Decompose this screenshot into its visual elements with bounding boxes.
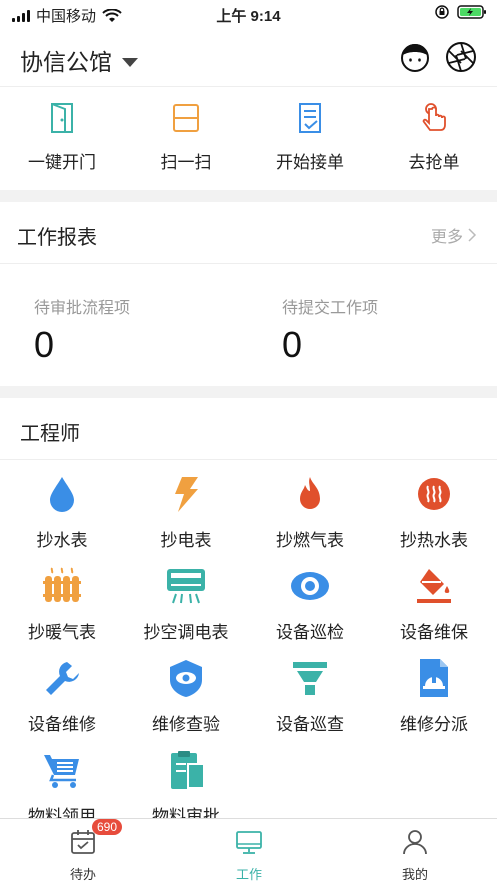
grid-item-water-meter[interactable]: 抄水表: [0, 474, 124, 551]
quick-action-label: 去抢单: [408, 153, 460, 172]
more-label: 更多: [430, 229, 463, 246]
clock: 上午 9:14: [216, 8, 281, 25]
grid-item-label: 设备维修: [28, 715, 96, 734]
chevron-right-icon: [468, 228, 477, 242]
quick-action-start-order[interactable]: 开始接单: [248, 101, 372, 173]
tab-label: 待办: [69, 867, 96, 882]
stat-label: 待审批流程项: [34, 300, 131, 317]
avatar-face-icon[interactable]: [399, 41, 431, 73]
project-title: 协信公馆: [20, 49, 112, 75]
section-title: 工程师: [20, 423, 80, 445]
stat-value: 0: [34, 324, 55, 365]
quick-actions: 一键开门 扫一扫 开始接单 去抢单: [0, 86, 497, 190]
grid-item-label: 抄暖气表: [28, 623, 96, 642]
grid-item-label: 抄燃气表: [276, 531, 344, 550]
tab-work[interactable]: 工作: [166, 829, 332, 883]
tab-label: 工作: [235, 867, 262, 882]
grid-item-label: 设备维保: [400, 623, 468, 642]
tab-mine[interactable]: 我的: [332, 829, 497, 883]
quick-action-grab-order[interactable]: 去抢单: [372, 101, 496, 173]
rotation-lock-icon: [435, 5, 449, 19]
door-icon: [51, 103, 73, 133]
quick-action-open-door[interactable]: 一键开门: [0, 101, 124, 173]
funnel-icon: [293, 662, 327, 695]
worker-document-icon: [420, 659, 448, 697]
grid-item-material-requisition[interactable]: 物料领用: [0, 750, 124, 818]
monitor-icon: [236, 831, 262, 854]
bottom-tab-bar: 690 待办 工作 我的: [0, 818, 497, 883]
grid-item-label: 维修查验: [152, 715, 220, 734]
grid-item-label: 维修分派: [400, 715, 468, 734]
grid-item-equipment-maintenance[interactable]: 设备维保: [372, 566, 496, 643]
hand-tap-icon: [422, 103, 446, 131]
grid-item-equipment-repair[interactable]: 设备维修: [0, 658, 124, 735]
grid-item-equipment-inspection[interactable]: 设备巡检: [248, 566, 372, 643]
grid-item-equipment-patrol[interactable]: 设备巡查: [248, 658, 372, 735]
status-bar: 中国移动 上午 9:14: [0, 0, 497, 28]
section-title: 工作报表: [17, 227, 97, 249]
shield-eye-icon: [170, 660, 202, 697]
more-link[interactable]: 更多: [431, 223, 477, 247]
stat-label: 待提交工作项: [282, 300, 379, 317]
aperture-icon[interactable]: [445, 41, 477, 73]
quick-action-scan[interactable]: 扫一扫: [124, 101, 248, 173]
unread-badge: 690: [92, 819, 123, 835]
grid-item-label: 抄水表: [36, 531, 88, 550]
work-report-card: 工作报表 更多 待审批流程项 0 待提交工作项 0: [0, 202, 497, 386]
stat-pending-approval[interactable]: 待审批流程项 0: [34, 294, 130, 366]
quick-action-label: 一键开门: [28, 153, 96, 172]
wrench-icon: [46, 662, 79, 695]
tab-todo[interactable]: 690 待办: [0, 819, 166, 883]
grid-item-label: 设备巡查: [276, 715, 344, 734]
grid-item-label: 抄空调电表: [143, 623, 229, 642]
engineer-section: 工程师 抄水表 抄电表 抄燃气表 抄热水表 抄暖气表 抄空调电表 设备巡检 设备…: [0, 398, 497, 818]
eye-icon: [291, 572, 329, 600]
grid-item-label: 物料领用: [28, 807, 96, 818]
grid-item-ac-meter[interactable]: 抄空调电表: [124, 566, 248, 643]
tab-label: 我的: [401, 867, 428, 882]
grid-item-gas-meter[interactable]: 抄燃气表: [248, 474, 372, 551]
grid-item-repair-dispatch[interactable]: 维修分派: [372, 658, 496, 735]
grid-item-label: 物料审批: [152, 807, 220, 818]
grid-item-label: 抄电表: [160, 531, 212, 550]
lightning-icon: [175, 477, 198, 512]
paint-bucket-icon: [417, 569, 451, 603]
stat-value: 0: [282, 324, 303, 365]
grid-item-material-approval[interactable]: 物料审批: [124, 750, 248, 818]
grid-item-repair-verification[interactable]: 维修查验: [124, 658, 248, 735]
stat-pending-submit[interactable]: 待提交工作项 0: [282, 294, 378, 366]
grid-item-hot-water-meter[interactable]: 抄热水表: [372, 474, 496, 551]
project-selector[interactable]: 协信公馆: [20, 43, 138, 77]
grid-item-heating-meter[interactable]: 抄暖气表: [0, 566, 124, 643]
scan-icon: [173, 104, 199, 132]
cart-icon: [44, 755, 79, 788]
person-icon: [403, 830, 427, 855]
battery-icon: [457, 5, 486, 19]
hot-water-icon: [418, 478, 450, 510]
flame-icon: [300, 477, 320, 509]
grid-item-label: 设备巡检: [276, 623, 344, 642]
calendar-check-icon: [71, 830, 95, 854]
quick-action-label: 开始接单: [276, 153, 344, 172]
grid-item-label: 抄热水表: [400, 531, 468, 550]
quick-action-label: 扫一扫: [160, 153, 212, 172]
order-list-icon: [299, 103, 321, 133]
chevron-down-icon: [122, 57, 138, 67]
radiator-icon: [43, 567, 81, 602]
clipboard-icon: [171, 751, 205, 789]
grid-item-electric-meter[interactable]: 抄电表: [124, 474, 248, 551]
water-drop-icon: [50, 477, 74, 512]
air-conditioner-icon: [167, 569, 205, 604]
app-header: 协信公馆: [0, 28, 497, 86]
